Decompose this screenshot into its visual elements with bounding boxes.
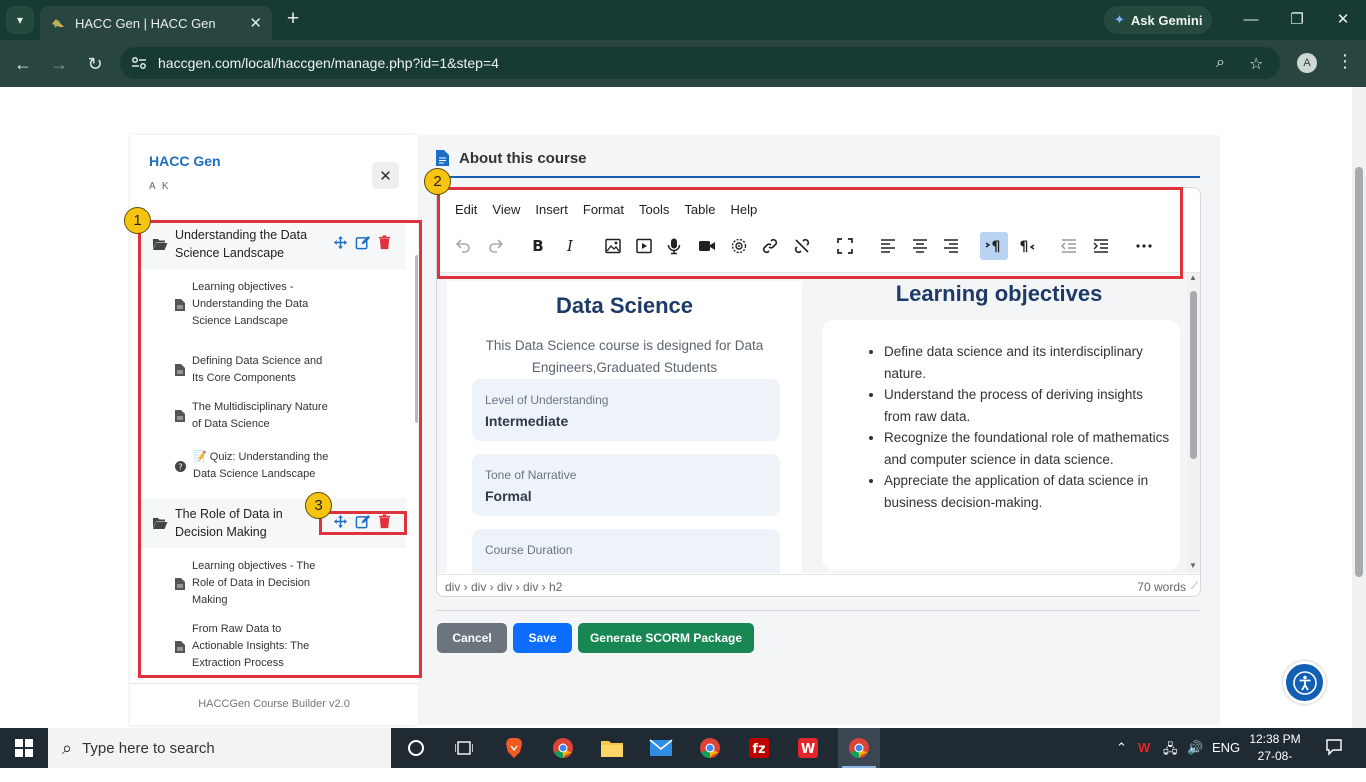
- chrome-active-icon[interactable]: [845, 734, 873, 762]
- site-favicon-icon: [52, 19, 64, 28]
- element-path[interactable]: div › div › div › div › h2: [445, 580, 562, 594]
- bookmark-star-icon[interactable]: ☆: [1249, 54, 1263, 74]
- section-header: About this course: [436, 150, 1200, 178]
- mail-icon[interactable]: [647, 734, 675, 762]
- course-title: Data Science: [556, 293, 693, 318]
- word-count[interactable]: 70 words: [1137, 580, 1186, 594]
- gemini-spark-icon: ✦: [1114, 12, 1125, 27]
- page-content: HACC Gen A K ✕ Understanding the Data Sc…: [0, 87, 1366, 728]
- tray-chevron-icon[interactable]: ⌃: [1116, 740, 1127, 756]
- brave-icon[interactable]: [500, 734, 528, 762]
- chrome-icon[interactable]: [549, 734, 577, 762]
- chrome-profile-icon[interactable]: [696, 734, 724, 762]
- cancel-button[interactable]: Cancel: [437, 623, 507, 653]
- tab-close-icon[interactable]: ✕: [249, 14, 262, 32]
- generate-scorm-button[interactable]: Generate SCORM Package: [578, 623, 754, 653]
- page-title: About this course: [459, 150, 587, 167]
- taskbar-search-box[interactable]: ⌕ Type here to search: [48, 728, 391, 768]
- file-text-icon: [436, 150, 449, 166]
- save-button[interactable]: Save: [513, 623, 572, 653]
- url-text: haccgen.com/local/haccgen/manage.php?id=…: [158, 55, 499, 71]
- objective-item: Appreciate the application of data scien…: [884, 470, 1170, 513]
- file-explorer-icon[interactable]: [598, 734, 626, 762]
- meta-card: Course Duration: [472, 529, 780, 573]
- tab-search-icon[interactable]: ▾: [6, 6, 34, 34]
- sidebar-footer: HACCGen Course Builder v2.0: [130, 683, 418, 725]
- editor-content-area[interactable]: Data Science This Data Science course is…: [437, 273, 1200, 573]
- objectives-title: Learning objectives: [895, 281, 1103, 306]
- tray-app-icon[interactable]: W: [1138, 740, 1150, 755]
- meta-card: Tone of Narrative Formal: [472, 454, 780, 516]
- address-bar[interactable]: haccgen.com/local/haccgen/manage.php?id=…: [120, 47, 1280, 79]
- search-icon: ⌕: [62, 737, 73, 758]
- wps-office-icon[interactable]: W: [794, 734, 822, 762]
- annotation-badge-3: 3: [305, 492, 332, 519]
- profile-avatar[interactable]: A: [1297, 53, 1317, 73]
- course-info-card: Data Science This Data Science course is…: [447, 281, 802, 573]
- annotation-badge-2: 2: [424, 168, 451, 195]
- windows-start-icon[interactable]: [0, 728, 48, 768]
- language-indicator[interactable]: ENG: [1212, 740, 1240, 755]
- back-icon[interactable]: ←: [10, 51, 36, 77]
- objective-item: Define data science and its interdiscipl…: [884, 341, 1170, 384]
- accessibility-icon: [1292, 670, 1317, 695]
- meta-card: Level of Understanding Intermediate: [472, 379, 780, 441]
- objective-item: Recognize the foundational role of mathe…: [884, 427, 1170, 470]
- resize-handle-icon[interactable]: ⟋: [1191, 581, 1198, 592]
- new-tab-button[interactable]: +: [282, 8, 304, 32]
- svg-text:fz: fz: [752, 742, 765, 757]
- annotation-badge-1: 1: [124, 207, 151, 234]
- scroll-up-icon[interactable]: ▲: [1189, 273, 1197, 282]
- editor-scrollbar-thumb[interactable]: [1190, 291, 1197, 459]
- meta-value: Intermediate: [485, 413, 569, 429]
- browser-menu-icon[interactable]: ⋮: [1336, 51, 1354, 72]
- meta-key: Level of Understanding: [485, 393, 609, 407]
- objectives-card: Define data science and its interdiscipl…: [822, 320, 1180, 570]
- notification-icon[interactable]: [1325, 738, 1343, 759]
- search-placeholder: Type here to search: [82, 739, 215, 757]
- page-scrollbar-thumb[interactable]: [1355, 167, 1363, 577]
- taskbar-clock[interactable]: 12:38 PM 27-08-2026: [1245, 731, 1305, 782]
- clock-time: 12:38 PM: [1249, 732, 1301, 746]
- volume-icon[interactable]: 🔊: [1187, 740, 1203, 756]
- tab-title: HACC Gen | HACC Gen: [75, 15, 216, 31]
- annotation-box-1: [138, 220, 422, 678]
- accessibility-button[interactable]: [1283, 661, 1326, 704]
- task-view-icon[interactable]: [450, 734, 478, 762]
- sidebar-user: A K: [149, 181, 171, 192]
- objective-item: Understand the process of deriving insig…: [884, 384, 1170, 427]
- window-close-icon[interactable]: ✕: [1328, 8, 1358, 32]
- site-info-icon[interactable]: [130, 54, 148, 72]
- reload-icon[interactable]: ↻: [82, 51, 108, 77]
- ask-gemini-label: Ask Gemini: [1130, 12, 1203, 28]
- zoom-icon[interactable]: ⌕: [1216, 54, 1225, 72]
- windows-taskbar: ⌕ Type here to search fz W ⌃ W 🖧 🔊 ENG 1…: [0, 728, 1366, 780]
- form-divider: [436, 610, 1201, 611]
- course-description: This Data Science course is designed for…: [485, 338, 764, 375]
- sidebar-close-button[interactable]: ✕: [372, 162, 399, 189]
- browser-tab-strip: ▾ HACC Gen | HACC Gen ✕ + ✦ Ask Gemini —…: [0, 0, 1366, 40]
- annotation-box-2: [437, 187, 1183, 279]
- filezilla-icon[interactable]: fz: [745, 734, 773, 762]
- forward-icon[interactable]: →: [46, 51, 72, 77]
- minimize-icon[interactable]: —: [1236, 8, 1266, 32]
- clock-date: 27-08-2026: [1257, 749, 1293, 780]
- restore-icon[interactable]: ❐: [1282, 8, 1312, 32]
- objectives-list: Define data science and its interdiscipl…: [884, 341, 1170, 513]
- scroll-down-icon[interactable]: ▼: [1189, 561, 1197, 570]
- meta-key: Tone of Narrative: [485, 468, 577, 482]
- meta-value: Formal: [485, 488, 532, 504]
- svg-text:W: W: [801, 742, 815, 757]
- network-icon[interactable]: 🖧: [1163, 740, 1178, 762]
- meta-key: Course Duration: [485, 543, 573, 557]
- cortana-icon[interactable]: [402, 734, 430, 762]
- sidebar-brand[interactable]: HACC Gen: [149, 153, 221, 169]
- annotation-box-3: [319, 511, 407, 535]
- ask-gemini-button[interactable]: ✦ Ask Gemini: [1104, 6, 1212, 34]
- editor-statusbar: div › div › div › div › h2 70 words ⟋: [437, 574, 1200, 596]
- browser-tab[interactable]: HACC Gen | HACC Gen ✕: [40, 6, 272, 40]
